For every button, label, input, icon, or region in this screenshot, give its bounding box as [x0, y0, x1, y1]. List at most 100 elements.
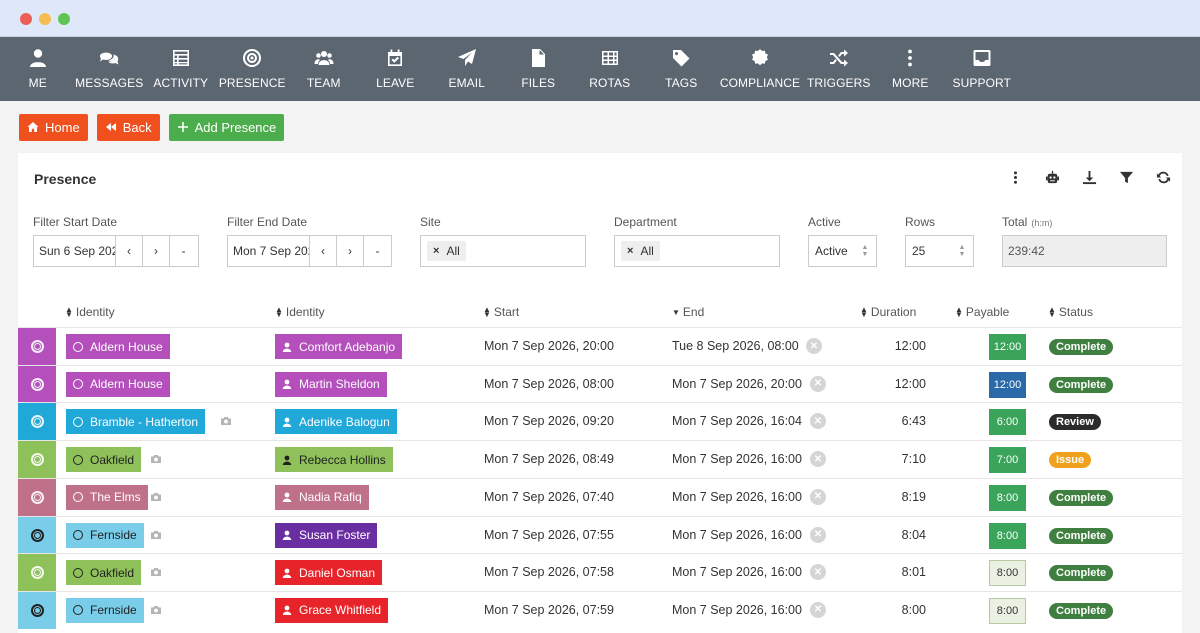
clear-end-button[interactable]: ✕ [810, 451, 826, 468]
site-chip[interactable]: Aldern House [66, 334, 170, 359]
clear-end-button[interactable]: ✕ [810, 375, 826, 392]
clear-end-button[interactable]: ✕ [810, 488, 826, 505]
end-date-input[interactable]: Mon 7 Sep 2026 [228, 236, 310, 266]
person-chip[interactable]: Rebecca Hollins [275, 447, 393, 473]
table-row[interactable]: Bramble - Hatherton Adenike Balogun Mon 7 … [18, 402, 1182, 441]
presence-type-icon[interactable] [18, 441, 56, 479]
payable-badge[interactable]: 8:00 [989, 597, 1026, 624]
presence-type-icon[interactable] [18, 554, 56, 592]
start-date-prev-button[interactable]: ‹ [116, 236, 143, 266]
site-select[interactable]: × All [420, 235, 586, 267]
column-start[interactable]: ▲ ▼ Start [483, 305, 519, 319]
payable-badge[interactable]: 7:00 [989, 447, 1026, 474]
nav-item-rotas[interactable]: ROTAS [574, 37, 646, 101]
person-chip[interactable]: Susan Foster [275, 522, 378, 548]
person-chip[interactable]: Nadia Rafiq [275, 484, 369, 510]
minimize-window-button[interactable] [39, 13, 51, 25]
end-date-clear-button[interactable]: - [364, 236, 391, 266]
payable-badge[interactable]: 12:00 [989, 334, 1026, 360]
site-chip[interactable]: Fernside [66, 522, 144, 548]
site-chip[interactable]: Bramble - Hatherton [66, 409, 206, 435]
site-chip[interactable]: Aldern House [66, 371, 170, 397]
camera-icon[interactable] [151, 568, 162, 577]
remove-tag-icon[interactable]: × [433, 245, 439, 257]
table-row[interactable]: Oakfield Rebecca Hollins Mon 7 Sep 2026, 0… [18, 440, 1182, 479]
camera-icon[interactable] [151, 530, 162, 539]
table-row[interactable]: The Elms Nadia Rafiq Mon 7 Sep 2026, 07:40… [18, 477, 1182, 516]
payable-badge[interactable]: 8:00 [989, 522, 1026, 549]
filter-button[interactable] [1118, 169, 1135, 186]
back-button[interactable]: Back [96, 113, 160, 141]
site-chip[interactable]: Fernside [66, 597, 144, 623]
nav-item-triggers[interactable]: TRIGGERS [803, 37, 875, 101]
column-duration[interactable]: ▲ ▼ Duration [860, 305, 916, 319]
remove-tag-icon[interactable]: × [627, 245, 633, 257]
site-chip[interactable]: Oakfield [66, 447, 142, 473]
presence-type-icon[interactable] [18, 328, 56, 365]
person-chip[interactable]: Adenike Balogun [275, 409, 397, 435]
home-button[interactable]: Home [19, 113, 88, 141]
nav-item-messages[interactable]: MESSAGES [74, 37, 146, 101]
nav-item-compliance[interactable]: COMPLIANCE [717, 37, 803, 101]
presence-type-icon[interactable] [18, 403, 56, 441]
presence-type-icon[interactable] [18, 516, 56, 554]
nav-item-files[interactable]: FILES [503, 37, 575, 101]
download-button[interactable] [1081, 169, 1098, 186]
presence-type-icon[interactable] [18, 365, 56, 403]
rows-select[interactable]: 25 ▲ ▼ [905, 235, 974, 267]
table-row[interactable]: Aldern House Martin Sheldon Mon 7 Sep 2026… [18, 364, 1182, 403]
nav-item-email[interactable]: EMAIL [431, 37, 503, 101]
robot-button[interactable] [1044, 169, 1061, 186]
start-date-next-button[interactable]: › [143, 236, 170, 266]
nav-item-presence[interactable]: PRESENCE [217, 37, 289, 101]
start-date-input[interactable]: Sun 6 Sep 2026 [34, 236, 116, 266]
camera-icon[interactable] [151, 492, 162, 501]
start-date-clear-button[interactable]: - [170, 236, 197, 266]
department-tag[interactable]: × All [621, 241, 660, 261]
clear-end-button[interactable]: ✕ [810, 413, 826, 430]
department-select[interactable]: × All [614, 235, 780, 267]
nav-item-me[interactable]: ME [2, 37, 74, 101]
person-chip[interactable]: Martin Sheldon [275, 371, 387, 397]
column-payable[interactable]: ▲ ▼ Payable [955, 305, 1009, 319]
clear-end-button[interactable]: ✕ [810, 526, 826, 543]
nav-item-activity[interactable]: ACTIVITY [145, 37, 217, 101]
site-chip[interactable]: Oakfield [66, 560, 142, 586]
site-tag[interactable]: × All [427, 241, 466, 261]
column-identity-site[interactable]: ▲ ▼ Identity [65, 305, 115, 319]
payable-badge[interactable]: 8:00 [989, 484, 1026, 511]
refresh-button[interactable] [1155, 169, 1172, 186]
table-row[interactable]: Fernside Grace Whitfield Mon 7 Sep 2026, 0… [18, 590, 1182, 629]
camera-icon[interactable] [151, 605, 162, 614]
column-identity-person[interactable]: ▲ ▼ Identity [275, 305, 325, 319]
table-row[interactable]: Aldern House Comfort Adebanjo Mon 7 Sep 20… [18, 327, 1182, 365]
end-date-next-button[interactable]: › [337, 236, 364, 266]
presence-type-icon[interactable] [18, 591, 56, 629]
camera-icon[interactable] [220, 417, 231, 426]
person-chip[interactable]: Grace Whitfield [275, 597, 389, 623]
close-window-button[interactable] [20, 13, 32, 25]
payable-badge[interactable]: 6:00 [989, 409, 1026, 436]
clear-end-button[interactable]: ✕ [806, 338, 822, 354]
active-select[interactable]: Active ▲ ▼ [808, 235, 877, 267]
clear-end-button[interactable]: ✕ [810, 601, 826, 618]
add-presence-button[interactable]: Add Presence [168, 113, 285, 141]
camera-icon[interactable] [151, 455, 162, 464]
table-row[interactable]: Oakfield Daniel Osman Mon 7 Sep 2026, 07:5… [18, 553, 1182, 592]
maximize-window-button[interactable] [58, 13, 70, 25]
presence-type-icon[interactable] [18, 478, 56, 516]
nav-item-more[interactable]: MORE [875, 37, 947, 101]
column-end[interactable]: ▼ End [672, 305, 704, 319]
site-chip[interactable]: The Elms [66, 484, 148, 510]
person-chip[interactable]: Comfort Adebanjo [275, 334, 403, 359]
table-row[interactable]: Fernside Susan Foster Mon 7 Sep 2026, 07:5… [18, 515, 1182, 554]
nav-item-support[interactable]: SUPPORT [946, 37, 1018, 101]
nav-item-leave[interactable]: LEAVE [360, 37, 432, 101]
payable-badge[interactable]: 8:00 [989, 560, 1026, 587]
nav-item-tags[interactable]: TAGS [646, 37, 718, 101]
nav-item-team[interactable]: TEAM [288, 37, 360, 101]
payable-badge[interactable]: 12:00 [989, 371, 1026, 398]
end-date-prev-button[interactable]: ‹ [310, 236, 337, 266]
clear-end-button[interactable]: ✕ [810, 564, 826, 581]
column-status[interactable]: ▲ ▼ Status [1048, 305, 1093, 319]
